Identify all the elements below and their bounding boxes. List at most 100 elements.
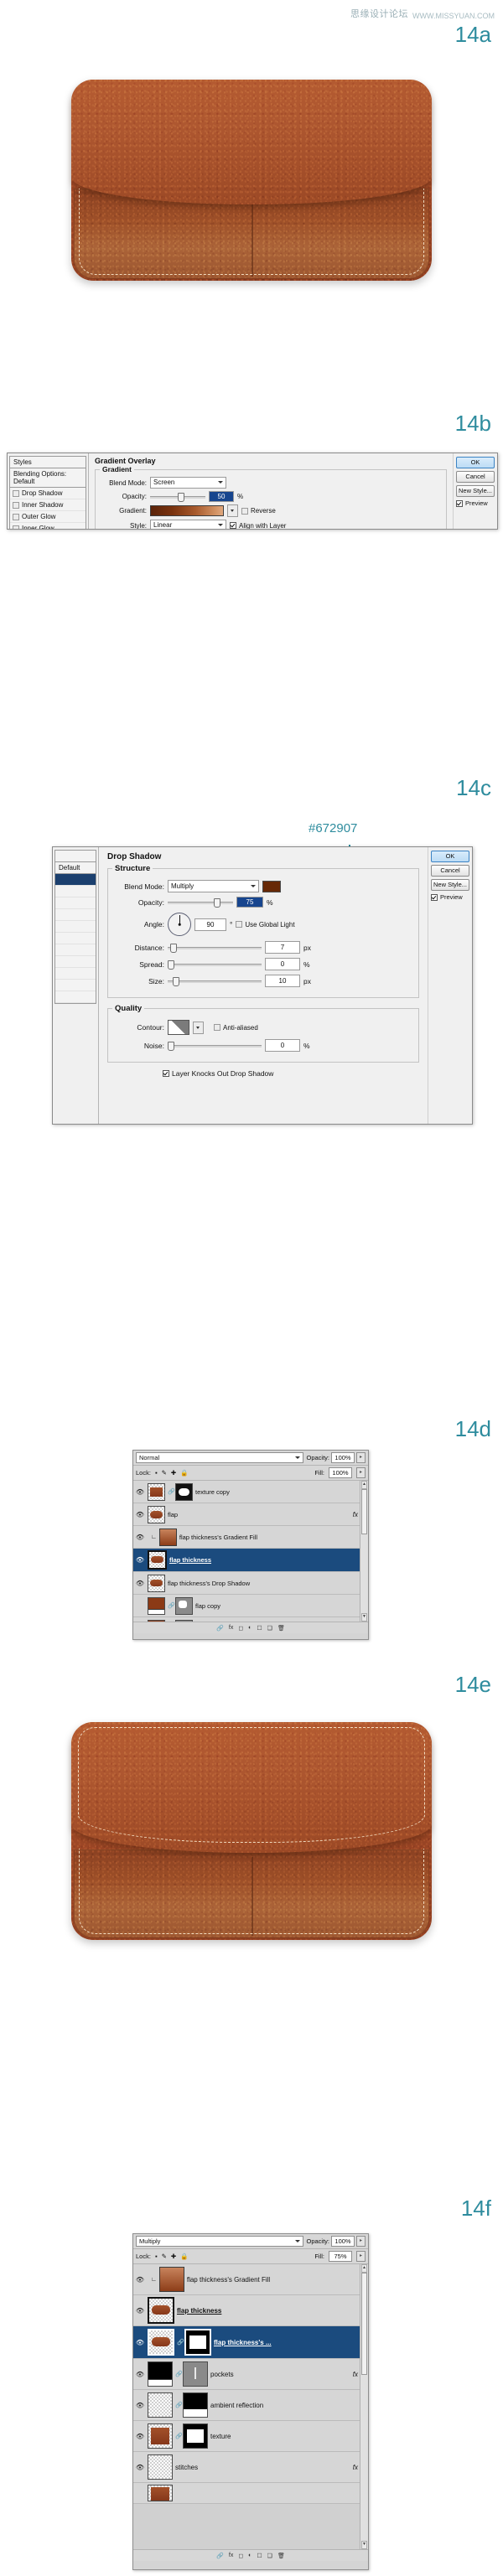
- layer-thumbnail[interactable]: [148, 1619, 165, 1622]
- layer-thumbnail[interactable]: [148, 2297, 174, 2324]
- checkbox-icon[interactable]: [13, 489, 19, 497]
- layers-panel-14f[interactable]: Multiply Opacity: 100% ▸ Lock: ▪ ✎ ✚ 🔒 F…: [132, 2233, 369, 2570]
- styles-panel-partial[interactable]: Default: [53, 847, 99, 1124]
- eye-icon[interactable]: 👁: [135, 2371, 145, 2378]
- fill-input[interactable]: 100%: [329, 1467, 352, 1478]
- layer-name[interactable]: flap: [168, 1511, 350, 1518]
- layer-thumbnail[interactable]: [148, 1596, 165, 1615]
- eye-icon[interactable]: 👁: [135, 1488, 145, 1496]
- styles-list[interactable]: [54, 874, 96, 1004]
- slider-knob[interactable]: [168, 1042, 174, 1051]
- layer-name[interactable]: flap copy: [195, 1602, 366, 1610]
- contour-row[interactable]: Contour: Anti-aliased: [114, 1020, 412, 1035]
- style-item-drop-shadow-selected[interactable]: [55, 874, 96, 886]
- preview-checkbox[interactable]: Preview: [431, 893, 469, 901]
- table-row[interactable]: 👁 🔗 texture: [133, 2421, 368, 2452]
- size-input[interactable]: 10: [265, 975, 300, 987]
- gradient-row[interactable]: Gradient: Reverse: [100, 504, 442, 517]
- adjustment-layer-icon[interactable]: ◐: [248, 1625, 252, 1631]
- scroll-up-arrow[interactable]: ▲: [361, 1481, 367, 1489]
- style-item-inner-glow[interactable]: Inner Glow: [10, 523, 86, 529]
- styles-panel[interactable]: Styles Blending Options: Default Drop Sh…: [8, 453, 89, 529]
- adjustment-layer-icon[interactable]: ◐: [248, 2553, 252, 2558]
- blending-options-item[interactable]: Default: [54, 862, 96, 874]
- opacity-slider[interactable]: [150, 492, 205, 502]
- lock-position-icon[interactable]: ✚: [171, 1469, 176, 1477]
- eye-icon[interactable]: 👁: [135, 1511, 145, 1518]
- layer-thumbnail[interactable]: [148, 1574, 165, 1592]
- style-item[interactable]: [55, 991, 96, 1003]
- style-item[interactable]: [55, 980, 96, 991]
- layer-thumbnail[interactable]: [148, 2485, 173, 2501]
- layer-mask-thumbnail[interactable]: [183, 2392, 208, 2418]
- chevron-down-icon[interactable]: [218, 524, 223, 526]
- layer-thumbnail[interactable]: [148, 2392, 173, 2418]
- new-layer-icon[interactable]: ❏: [267, 2553, 272, 2559]
- blend-mode-row[interactable]: Blend Mode: Screen: [100, 477, 442, 489]
- chevron-down-icon[interactable]: [196, 1026, 200, 1029]
- lock-transparent-icon[interactable]: ▪: [155, 1469, 158, 1477]
- opacity-stepper[interactable]: ▸: [356, 1452, 366, 1463]
- layer-name[interactable]: flap thickness's ...: [214, 2339, 366, 2346]
- slider-knob[interactable]: [213, 898, 220, 908]
- table-row[interactable]: 👁 ∟ flap thickness's Gradient Fill: [133, 2264, 368, 2295]
- layers-panel-top-bar[interactable]: Normal Opacity: 100% ▸: [133, 1451, 368, 1466]
- eye-icon[interactable]: 👁: [135, 2433, 145, 2440]
- table-row[interactable]: 🔗 flap: [133, 1617, 368, 1622]
- style-item[interactable]: [55, 921, 96, 933]
- table-row[interactable]: 👁 🔗 ambient reflection: [133, 2390, 368, 2421]
- layer-name[interactable]: texture copy: [195, 1488, 366, 1496]
- lock-bar[interactable]: Lock: ▪ ✎ ✚ 🔒 Fill: 75% ▸: [133, 2249, 368, 2264]
- gradient-overlay-dialog[interactable]: Styles Blending Options: Default Drop Sh…: [7, 453, 498, 530]
- new-layer-icon[interactable]: ❏: [267, 1625, 272, 1632]
- lock-bar[interactable]: Lock: ▪ ✎ ✚ 🔒 Fill: 100% ▸: [133, 1466, 368, 1481]
- checkbox-checked-icon[interactable]: [431, 893, 438, 901]
- eye-icon[interactable]: 👁: [135, 2339, 145, 2346]
- gradient-style-select[interactable]: Linear: [150, 520, 226, 529]
- chevron-down-icon[interactable]: [295, 2240, 301, 2242]
- blend-mode-row[interactable]: Blend Mode: Multiply: [114, 880, 412, 892]
- opacity-input[interactable]: 100%: [331, 1452, 355, 1463]
- style-item-drop-shadow[interactable]: Drop Shadow: [10, 488, 86, 499]
- checkbox-icon[interactable]: [13, 501, 19, 509]
- slider-knob[interactable]: [172, 977, 179, 986]
- layer-name[interactable]: pockets: [210, 2371, 350, 2378]
- fill-stepper[interactable]: ▸: [356, 2251, 366, 2262]
- gradient-preview-swatch[interactable]: [150, 505, 224, 516]
- table-row[interactable]: 👁 stitches fx ▾: [133, 2452, 368, 2483]
- dialog-buttons-panel[interactable]: OK Cancel New Style... Preview: [428, 847, 472, 1124]
- layer-style-icon[interactable]: fx: [229, 2553, 233, 2558]
- ok-button[interactable]: OK: [456, 457, 495, 468]
- style-item[interactable]: [55, 944, 96, 956]
- distance-row[interactable]: Distance: 7 px: [114, 941, 412, 954]
- opacity-control[interactable]: Opacity: 100% ▸: [306, 2236, 366, 2247]
- chevron-down-icon[interactable]: [251, 885, 256, 887]
- layers-panel-bottom-bar[interactable]: 🔗 fx ◻ ◐ ☐ ❏ 🗑: [133, 2549, 368, 2561]
- eye-icon[interactable]: 👁: [135, 2464, 145, 2471]
- opacity-slider[interactable]: [168, 897, 233, 908]
- contour-picker-button[interactable]: [193, 1021, 204, 1034]
- align-with-layer-checkbox[interactable]: Align with Layer: [230, 522, 286, 529]
- layers-panel-14d[interactable]: Normal Opacity: 100% ▸ Lock: ▪ ✎ ✚ 🔒 Fil…: [132, 1450, 369, 1640]
- layer-name[interactable]: stitches: [175, 2464, 350, 2471]
- chevron-down-icon[interactable]: [295, 1456, 301, 1459]
- new-group-icon[interactable]: ☐: [257, 2553, 262, 2559]
- angle-input[interactable]: 90: [194, 918, 226, 931]
- opacity-input[interactable]: 100%: [331, 2236, 355, 2247]
- noise-input[interactable]: 0: [265, 1039, 300, 1052]
- layer-thumbnail[interactable]: [148, 2361, 173, 2387]
- layer-thumbnail[interactable]: [148, 2329, 174, 2356]
- checkbox-checked-icon[interactable]: [230, 522, 236, 529]
- new-style-button[interactable]: New Style...: [456, 485, 495, 497]
- style-item[interactable]: [55, 897, 96, 909]
- layer-thumbnail[interactable]: [148, 2423, 173, 2449]
- contour-preview[interactable]: [168, 1020, 189, 1035]
- spread-row[interactable]: Spread: 0 %: [114, 958, 412, 970]
- style-item[interactable]: [55, 968, 96, 980]
- scroll-down-arrow[interactable]: ▼: [361, 2541, 367, 2549]
- eye-icon[interactable]: 👁: [135, 1556, 145, 1564]
- style-item-outer-glow[interactable]: Outer Glow: [10, 511, 86, 523]
- chevron-down-icon[interactable]: [231, 510, 234, 512]
- angle-dial[interactable]: [168, 913, 191, 936]
- dialog-buttons-panel[interactable]: OK Cancel New Style... Preview: [453, 453, 497, 529]
